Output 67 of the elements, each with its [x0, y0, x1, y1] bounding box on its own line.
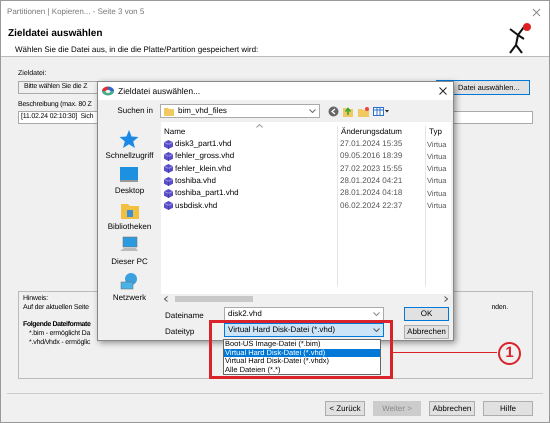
- cube-icon: [164, 176, 173, 186]
- close-button[interactable]: [437, 85, 449, 97]
- back-button[interactable]: [328, 106, 339, 116]
- file-date: 28.01.2024 04:18: [339, 187, 404, 200]
- ok-button[interactable]: OK: [404, 307, 449, 321]
- network-icon: [120, 272, 140, 290]
- sidebar-item[interactable]: Schnellzugriff: [106, 150, 154, 162]
- up-folder-icon: [343, 106, 354, 116]
- file-date: 09.05.2016 18:39: [339, 150, 404, 162]
- scroll-right-icon: [444, 296, 448, 302]
- view-menu-icon: [373, 106, 389, 116]
- close-icon: [532, 8, 540, 16]
- sidebar-item[interactable]: Desktop: [114, 185, 144, 198]
- sidebar-item[interactable]: Bibliotheken: [108, 220, 152, 233]
- cube-icon: [164, 164, 173, 174]
- scroll-left-icon: [164, 296, 168, 302]
- field-label: Dateiname: [165, 310, 205, 319]
- cube-icon: [164, 188, 173, 198]
- file-date: 06.02.2024 22:37: [339, 200, 404, 212]
- column-header[interactable]: Änderungsdatum: [337, 126, 425, 138]
- column-header[interactable]: Name: [161, 126, 337, 138]
- folder-icon: [164, 106, 174, 116]
- horizontal-scrollbar[interactable]: [161, 294, 451, 304]
- dialog-title: Zieldatei auswählen...: [118, 84, 202, 98]
- folder-name: bim_vhd_files: [178, 105, 228, 117]
- new-folder-button[interactable]: [358, 106, 369, 116]
- file-name[interactable]: toshiba.vhd: [175, 175, 216, 188]
- star-icon: [119, 130, 140, 148]
- filename-field[interactable]: disk2.vhd: [224, 307, 384, 321]
- chevron-down-icon: [373, 328, 380, 332]
- callout-number: 1: [498, 342, 521, 365]
- sidebar-item[interactable]: Netzwerk: [112, 292, 146, 304]
- up-folder-button[interactable]: [343, 106, 354, 116]
- wizard-button[interactable]: < Zurück: [325, 401, 365, 416]
- filetype-dropdown[interactable]: Virtual Hard Disk-Datei (*.vhd): [224, 323, 384, 337]
- back-icon: [328, 106, 339, 116]
- file-name[interactable]: usbdisk.vhd: [175, 200, 218, 212]
- cube-icon: [164, 140, 173, 149]
- page-subtitle: Wählen Sie die Datei aus, in die die Platte/Partition gespeichert wird:: [14, 44, 260, 56]
- page-heading: Zieldatei auswählen: [8, 27, 104, 41]
- monitor-icon: [119, 165, 140, 184]
- wizard-button[interactable]: Hilfe: [483, 401, 533, 416]
- close-icon: [439, 87, 447, 95]
- file-name[interactable]: fehler_gross.vhd: [175, 150, 234, 162]
- filetype-value: Virtual Hard Disk-Datei (*.vhd): [228, 324, 336, 336]
- wizard-button[interactable]: Abbrechen: [429, 401, 475, 416]
- file-name[interactable]: toshiba_part1.vhd: [175, 187, 239, 200]
- app-icon: [102, 86, 114, 96]
- chevron-down-icon: [373, 312, 380, 316]
- cancel-button[interactable]: Abbrechen: [404, 325, 449, 339]
- filename-value: disk2.vhd: [228, 308, 263, 320]
- cube-icon: [164, 152, 173, 161]
- view-menu-button[interactable]: [373, 106, 389, 116]
- field-label: Dateityp: [165, 326, 196, 335]
- chevron-down-icon: [309, 109, 316, 113]
- field-label: Suchen in: [116, 105, 154, 117]
- file-date: 27.01.2024 15:35: [339, 138, 404, 150]
- new-folder-icon: [358, 106, 369, 116]
- sidebar-item[interactable]: Dieser PC: [111, 256, 148, 268]
- folder-dropdown[interactable]: bim_vhd_files: [160, 104, 320, 118]
- window-title: Partitionen | Kopieren... - Seite 3 von 5: [7, 6, 144, 18]
- file-name[interactable]: disk3_part1.vhd: [175, 138, 232, 150]
- file-name[interactable]: fehler_klein.vhd: [175, 162, 232, 175]
- file-date: 27.02.2023 15:55: [339, 162, 404, 175]
- file-date: 28.01.2024 04:21: [339, 175, 404, 188]
- column-header[interactable]: Typ: [425, 126, 451, 138]
- cube-icon: [164, 201, 173, 210]
